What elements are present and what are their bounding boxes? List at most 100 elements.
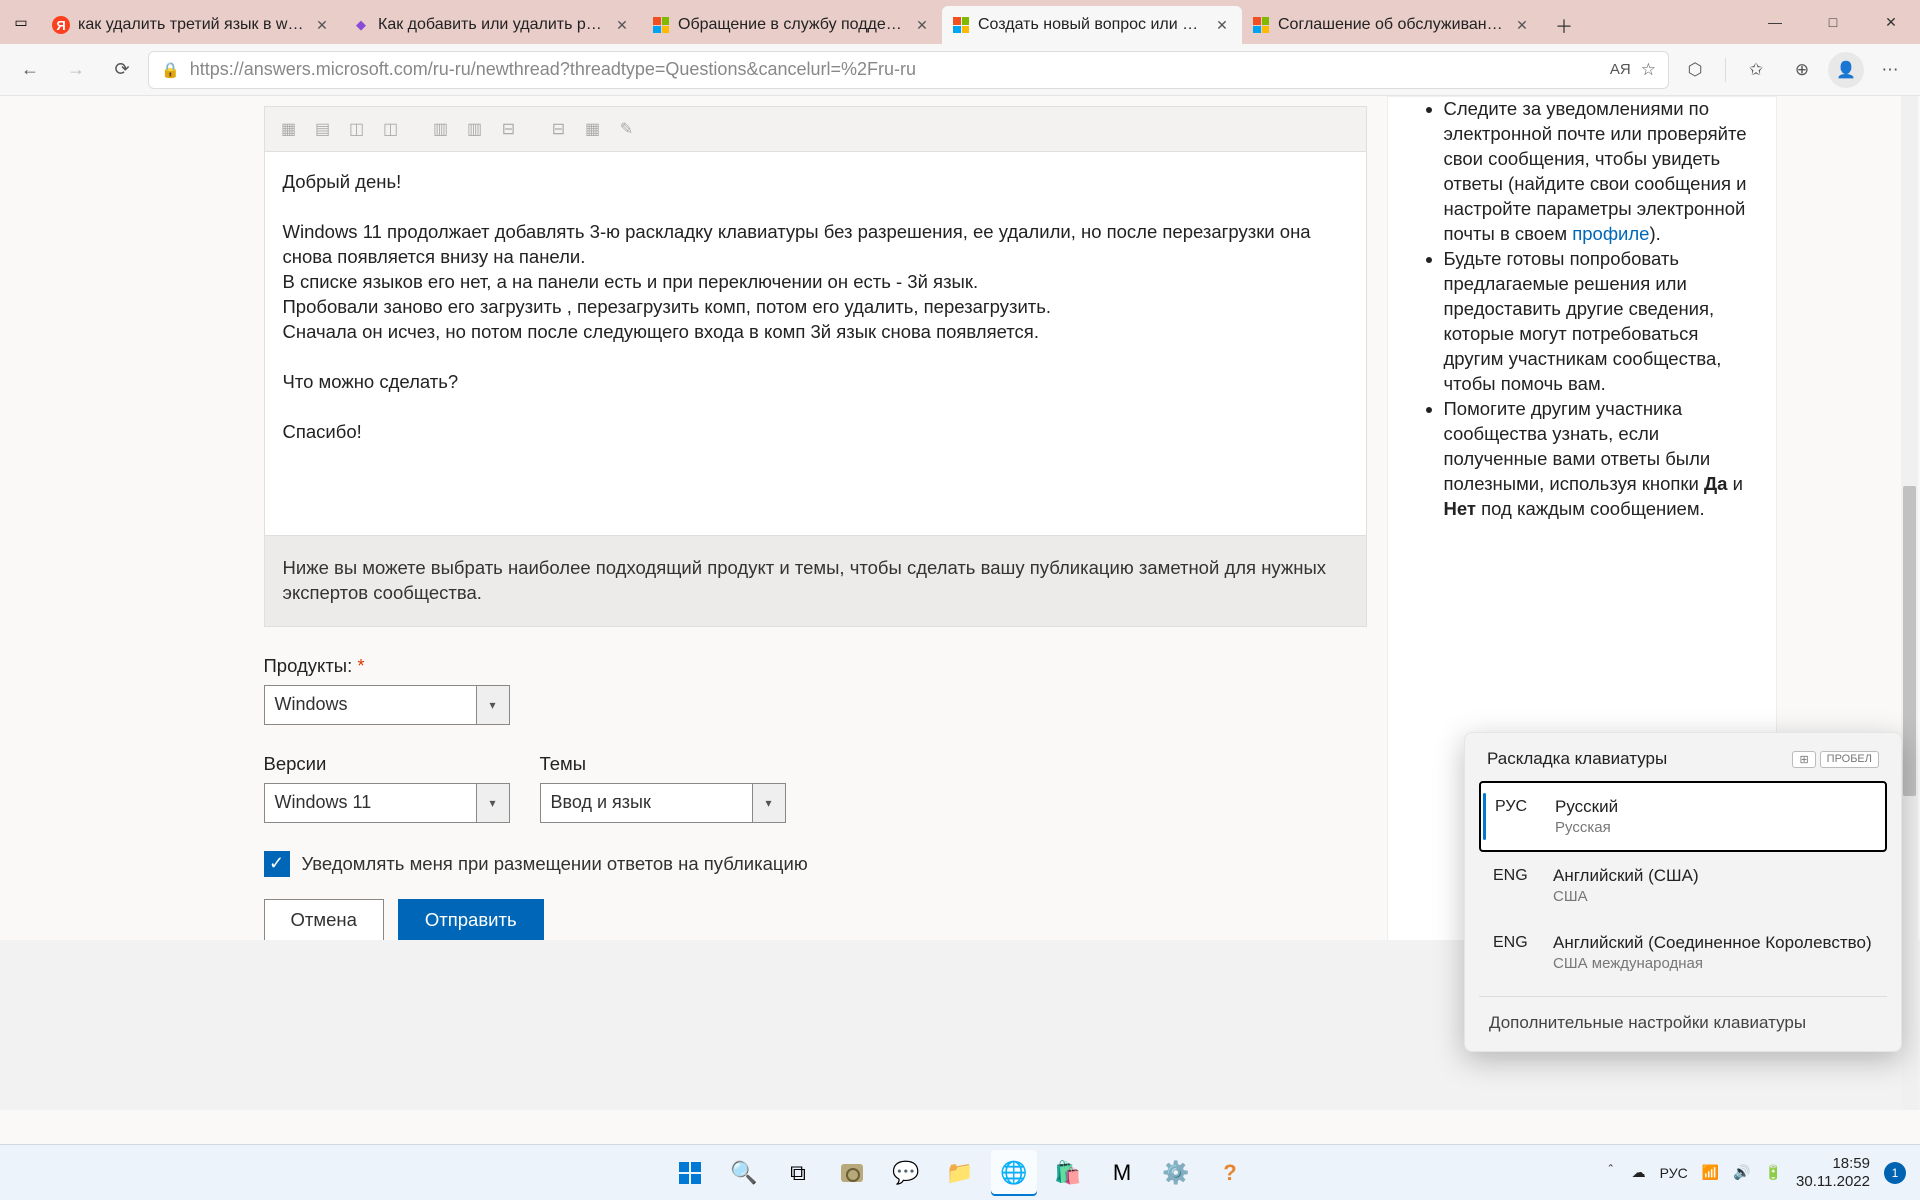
battery-icon[interactable]: 🔋 xyxy=(1765,1164,1782,1181)
table-icon[interactable]: ▦ xyxy=(275,115,303,143)
favorite-button[interactable]: ☆ xyxy=(1641,60,1656,80)
editor-body[interactable]: Добрый день! Windows 11 продолжает добав… xyxy=(264,151,1367,536)
start-button[interactable] xyxy=(667,1150,713,1196)
chat-app-icon[interactable]: 💬 xyxy=(883,1150,929,1196)
keyboard-layout-indicator[interactable]: РУС xyxy=(1660,1165,1688,1181)
new-tab-button[interactable]: ＋ xyxy=(1546,8,1582,44)
microsoft-icon xyxy=(1252,16,1270,34)
address-bar: ← → ⟳ 🔒 https://answers.microsoft.com/ru… xyxy=(0,44,1920,96)
scrollbar-thumb[interactable] xyxy=(1903,486,1916,796)
insert-column-right-icon[interactable]: ◫ xyxy=(377,115,405,143)
profile-button[interactable]: 👤 xyxy=(1828,52,1864,88)
editor-line: Сначала он исчез, но потом после следующ… xyxy=(283,320,1348,345)
store-app-icon[interactable]: 🛍️ xyxy=(1045,1150,1091,1196)
task-view-button[interactable]: ⧉ xyxy=(775,1150,821,1196)
topics-label: Темы xyxy=(540,753,786,775)
notify-label: Уведомлять меня при размещении ответов н… xyxy=(302,853,808,875)
tab-title: как удалить третий язык в wind xyxy=(78,16,304,34)
tab-1[interactable]: ◆ Как добавить или удалить раск ✕ xyxy=(342,6,642,44)
close-icon[interactable]: ✕ xyxy=(1212,15,1232,35)
close-button[interactable]: ✕ xyxy=(1862,0,1920,44)
editor-toolbar: ▦ ▤ ◫ ◫ ▥ ▥ ⊟ ⊟ ▦ ✎ xyxy=(264,106,1367,151)
language-sub: США xyxy=(1553,888,1699,905)
language-item-rus[interactable]: РУС Русский Русская xyxy=(1479,781,1887,852)
menu-button[interactable]: ⋯ xyxy=(1870,50,1910,90)
system-tray: ＾ ☁ РУС 📶 🔊 🔋 18:59 30.11.2022 1 xyxy=(1590,1155,1920,1190)
notifications-badge[interactable]: 1 xyxy=(1884,1162,1906,1184)
delete-column-icon[interactable]: ⊟ xyxy=(495,115,523,143)
language-item-eng-us[interactable]: ENG Английский (США) США xyxy=(1479,852,1887,919)
vertical-scrollbar[interactable] xyxy=(1901,96,1918,1110)
language-settings-link[interactable]: Дополнительные настройки клавиатуры xyxy=(1479,996,1887,1041)
microsoft-icon xyxy=(652,16,670,34)
submit-button[interactable]: Отправить xyxy=(398,899,544,941)
insert-row-above-icon[interactable]: ▥ xyxy=(427,115,455,143)
versions-label: Версии xyxy=(264,753,510,775)
checkbox-checked-icon[interactable]: ✓ xyxy=(264,851,290,877)
back-button[interactable]: ← xyxy=(10,50,50,90)
table-header-icon[interactable]: ▤ xyxy=(309,115,337,143)
select-value: Windows 11 xyxy=(275,792,372,813)
url-text: https://answers.microsoft.com/ru-ru/newt… xyxy=(190,59,1600,80)
tab-4[interactable]: Соглашение об обслуживании ✕ xyxy=(1242,6,1542,44)
notify-checkbox-row[interactable]: ✓ Уведомлять меня при размещении ответов… xyxy=(264,851,1367,877)
products-label: Продукты: * xyxy=(264,655,1367,677)
volume-icon[interactable]: 🔊 xyxy=(1733,1164,1750,1181)
tab-title: Как добавить или удалить раск xyxy=(378,16,604,34)
win-key-icon: ⊞ xyxy=(1792,751,1815,768)
forward-button[interactable]: → xyxy=(56,50,96,90)
tray-clock[interactable]: 18:59 30.11.2022 xyxy=(1796,1155,1870,1190)
cancel-button[interactable]: Отмена xyxy=(264,899,384,941)
topics-select[interactable]: Ввод и язык xyxy=(540,783,786,823)
reload-button[interactable]: ⟳ xyxy=(102,50,142,90)
clear-format-icon[interactable]: ✎ xyxy=(613,115,641,143)
file-explorer-icon[interactable]: 📁 xyxy=(937,1150,983,1196)
language-name: Русский xyxy=(1555,797,1618,817)
profile-link[interactable]: профиле xyxy=(1572,223,1649,244)
camera-app-icon[interactable] xyxy=(829,1150,875,1196)
close-icon[interactable]: ✕ xyxy=(312,15,332,35)
reader-mode-button[interactable]: AЯ xyxy=(1610,61,1631,78)
mail-app-icon[interactable]: M xyxy=(1099,1150,1145,1196)
space-key-hint: ПРОБЕЛ xyxy=(1820,751,1879,768)
close-icon[interactable]: ✕ xyxy=(912,15,932,35)
close-icon[interactable]: ✕ xyxy=(612,15,632,35)
microsoft-icon xyxy=(952,16,970,34)
url-input[interactable]: 🔒 https://answers.microsoft.com/ru-ru/ne… xyxy=(148,51,1669,89)
insert-column-left-icon[interactable]: ◫ xyxy=(343,115,371,143)
close-icon[interactable]: ✕ xyxy=(1512,15,1532,35)
page-viewport: ▦ ▤ ◫ ◫ ▥ ▥ ⊟ ⊟ ▦ ✎ Добрый день! Windows… xyxy=(0,96,1920,1110)
language-code: ENG xyxy=(1493,866,1533,885)
tray-overflow-icon[interactable]: ＾ xyxy=(1604,1163,1618,1183)
products-select[interactable]: Windows xyxy=(264,685,510,725)
extensions-button[interactable]: ⬡ xyxy=(1675,50,1715,90)
favorites-button[interactable]: ✩ xyxy=(1736,50,1776,90)
delete-table-icon[interactable]: ▦ xyxy=(579,115,607,143)
editor-line xyxy=(283,195,1348,220)
help-app-icon[interactable]: ? xyxy=(1207,1150,1253,1196)
search-button[interactable]: 🔍 xyxy=(721,1150,767,1196)
tab-overview-button[interactable]: ▭ xyxy=(6,7,36,37)
tab-0[interactable]: Я как удалить третий язык в wind ✕ xyxy=(42,6,342,44)
edge-browser-icon[interactable]: 🌐 xyxy=(991,1150,1037,1196)
language-item-eng-uk[interactable]: ENG Английский (Соединенное Королевство)… xyxy=(1479,919,1887,986)
tab-3[interactable]: Создать новый вопрос или нач ✕ xyxy=(942,6,1242,44)
sidebar-tip: Следите за уведомлениями по электронной … xyxy=(1444,97,1750,247)
lock-icon: 🔒 xyxy=(161,61,180,79)
maximize-button[interactable]: □ xyxy=(1804,0,1862,44)
versions-select[interactable]: Windows 11 xyxy=(264,783,510,823)
minimize-button[interactable]: ― xyxy=(1746,0,1804,44)
language-switcher-title: Раскладка клавиатуры xyxy=(1487,749,1667,769)
insert-row-below-icon[interactable]: ▥ xyxy=(461,115,489,143)
delete-row-icon[interactable]: ⊟ xyxy=(545,115,573,143)
tab-2[interactable]: Обращение в службу поддержк ✕ xyxy=(642,6,942,44)
editor-line: В списке языков его нет, а на панели ест… xyxy=(283,270,1348,295)
collections-button[interactable]: ⊕ xyxy=(1782,50,1822,90)
settings-app-icon[interactable]: ⚙️ xyxy=(1153,1150,1199,1196)
wifi-icon[interactable]: 📶 xyxy=(1702,1164,1719,1181)
taskbar-center: 🔍 ⧉ 💬 📁 🌐 🛍️ M ⚙️ ? xyxy=(667,1150,1253,1196)
yandex-icon: Я xyxy=(52,16,70,34)
language-code: ENG xyxy=(1493,933,1533,952)
onedrive-icon[interactable]: ☁ xyxy=(1632,1164,1646,1181)
window-titlebar: ▭ Я как удалить третий язык в wind ✕ ◆ К… xyxy=(0,0,1920,44)
